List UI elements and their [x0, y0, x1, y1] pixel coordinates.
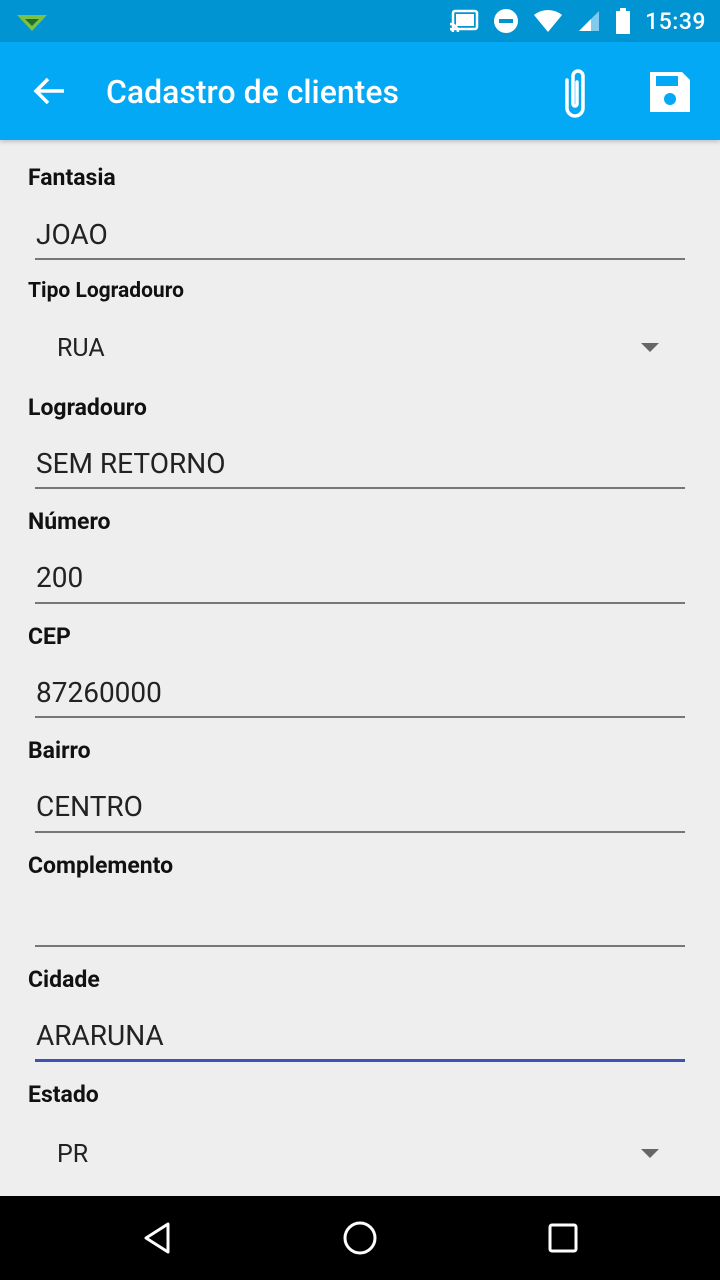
bairro-input[interactable]: CENTRO: [36, 790, 143, 823]
tipo-logradouro-select[interactable]: RUA: [57, 334, 105, 363]
status-time: 15:39: [645, 7, 706, 35]
wifi-icon: [534, 9, 563, 33]
logradouro-input[interactable]: SEM RETORNO: [36, 447, 225, 480]
attachment-icon[interactable]: [550, 64, 598, 120]
cast-icon: [449, 9, 479, 33]
status-bar: 15:39: [0, 0, 720, 42]
cidade-label: Cidade: [28, 966, 100, 993]
back-arrow-icon[interactable]: [28, 69, 72, 113]
save-icon[interactable]: [646, 68, 694, 116]
numero-underline: [35, 602, 685, 604]
cep-underline: [35, 716, 685, 718]
bairro-underline: [35, 831, 685, 833]
tipo-logradouro-label: Tipo Logradouro: [28, 279, 184, 303]
numero-input[interactable]: 200: [36, 561, 83, 594]
numero-label: Número: [28, 508, 111, 535]
cidade-input[interactable]: ARARUNA: [36, 1019, 164, 1052]
fantasia-input[interactable]: JOAO: [36, 218, 108, 251]
bairro-label: Bairro: [28, 737, 91, 764]
cellular-signal-icon: [579, 11, 600, 31]
chevron-down-icon[interactable]: [641, 343, 659, 352]
page-title: Cadastro de clientes: [106, 73, 399, 111]
home-circle-icon[interactable]: [338, 1216, 382, 1260]
fantasia-label: Fantasia: [28, 164, 116, 191]
logradouro-label: Logradouro: [28, 394, 147, 421]
fantasia-underline: [35, 258, 685, 260]
cidade-underline: [35, 1059, 685, 1062]
battery-icon: [616, 8, 631, 34]
back-triangle-icon[interactable]: [136, 1216, 180, 1260]
notification-app-icon: [17, 15, 47, 31]
client-form: Fantasia JOAO Tipo Logradouro RUA Lograd…: [0, 140, 720, 1196]
navigation-bar: [0, 1196, 720, 1280]
complemento-label: Complemento: [28, 852, 174, 879]
cep-input[interactable]: 87260000: [36, 676, 162, 709]
logradouro-underline: [35, 487, 685, 489]
app-bar: Cadastro de clientes: [0, 42, 720, 140]
recents-square-icon[interactable]: [541, 1216, 585, 1260]
complemento-underline: [35, 945, 685, 947]
do-not-disturb-icon: [494, 9, 519, 33]
chevron-down-icon[interactable]: [641, 1149, 659, 1158]
estado-select[interactable]: PR: [57, 1140, 88, 1169]
estado-label: Estado: [28, 1081, 99, 1108]
cep-label: CEP: [28, 623, 71, 650]
